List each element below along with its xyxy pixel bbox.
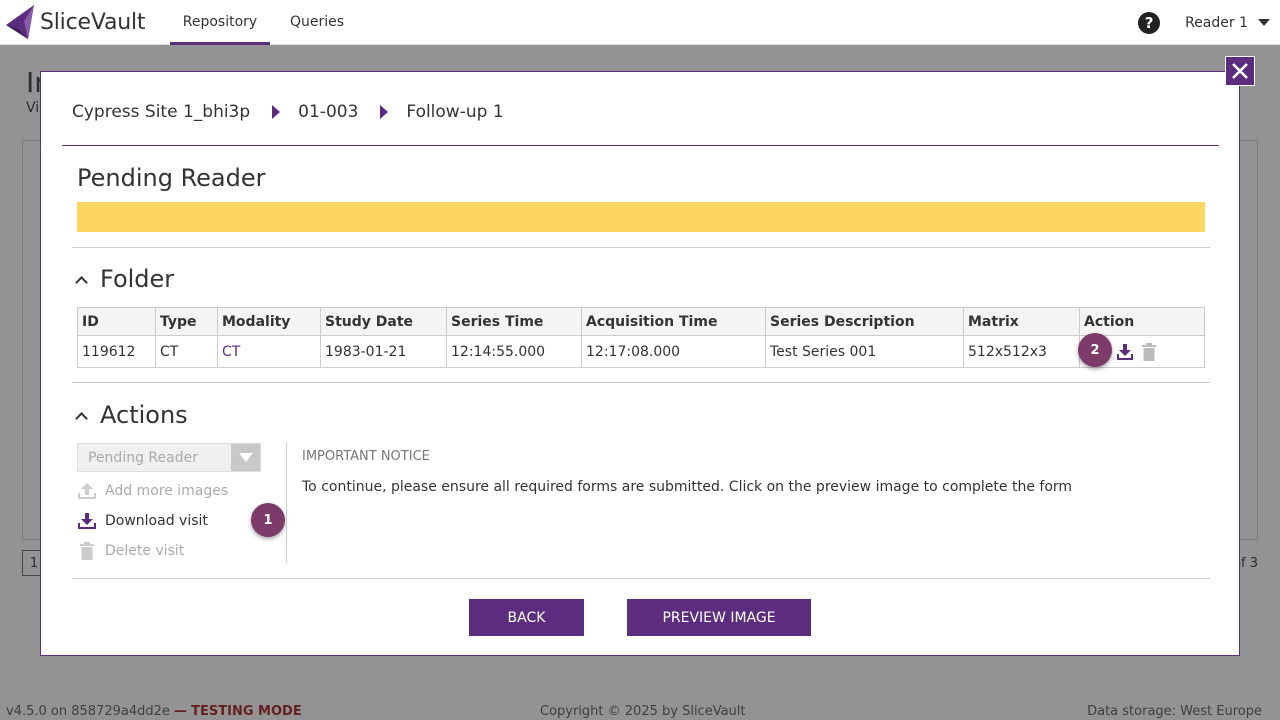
- cell-type: CT: [155, 335, 218, 368]
- breadcrumb-separator-icon: [380, 105, 389, 119]
- status-bar: [77, 202, 1205, 232]
- step-badge-2: 2: [1078, 333, 1112, 367]
- breadcrumb-site[interactable]: Cypress Site 1_bhi3p: [72, 102, 250, 122]
- breadcrumb: Cypress Site 1_bhi3p 01-003 Follow-up 1: [72, 102, 504, 122]
- download-icon[interactable]: [1116, 343, 1134, 361]
- user-menu-name[interactable]: Reader 1: [1185, 15, 1248, 31]
- folder-table: ID Type Modality Study Date Series Time …: [77, 307, 1205, 368]
- add-images-button[interactable]: Add more images: [77, 482, 228, 500]
- chevron-down-icon[interactable]: [1258, 19, 1270, 26]
- divider: [72, 578, 1210, 579]
- download-icon: [78, 513, 96, 529]
- help-icon[interactable]: ?: [1138, 11, 1161, 34]
- divider: [72, 382, 1210, 383]
- cell-modality-link[interactable]: CT: [217, 335, 321, 368]
- notice-text: To continue, please ensure all required …: [302, 479, 1073, 495]
- breadcrumb-subject[interactable]: 01-003: [298, 102, 358, 122]
- close-icon: [1232, 63, 1248, 79]
- folder-section-toggle[interactable]: Folder: [75, 265, 175, 293]
- col-series-time: Series Time: [446, 307, 582, 336]
- delete-visit-button[interactable]: Delete visit: [77, 542, 184, 560]
- trash-icon: [80, 542, 94, 560]
- cell-series-time: 12:14:55.000: [446, 335, 582, 368]
- chevron-up-icon: [75, 275, 88, 289]
- visit-modal: Cypress Site 1_bhi3p 01-003 Follow-up 1 …: [40, 71, 1240, 656]
- breadcrumb-separator-icon: [272, 105, 281, 119]
- tab-repository[interactable]: Repository: [170, 0, 270, 45]
- cell-study-date: 1983-01-21: [320, 335, 447, 368]
- back-button[interactable]: BACK: [469, 599, 584, 636]
- notice-title: IMPORTANT NOTICE: [302, 449, 430, 464]
- chevron-up-icon: [75, 411, 88, 425]
- select-arrow-icon: [231, 444, 260, 471]
- col-study-date: Study Date: [320, 307, 447, 336]
- actions-section-toggle[interactable]: Actions: [75, 401, 188, 429]
- tab-queries[interactable]: Queries: [280, 0, 354, 45]
- col-series-description: Series Description: [765, 307, 964, 336]
- top-navbar: SliceVault Repository Queries ? Reader 1: [0, 0, 1280, 45]
- col-id: ID: [77, 307, 156, 336]
- divider: [72, 247, 1210, 248]
- col-action: Action: [1079, 307, 1205, 336]
- cell-acquisition-time: 12:17:08.000: [581, 335, 766, 368]
- col-modality: Modality: [217, 307, 321, 336]
- download-visit-button[interactable]: Download visit: [77, 512, 208, 530]
- cell-matrix: 512x512x3: [963, 335, 1080, 368]
- upload-icon: [78, 483, 96, 499]
- divider: [62, 145, 1219, 146]
- app-name: SliceVault: [40, 9, 146, 35]
- breadcrumb-visit[interactable]: Follow-up 1: [406, 102, 503, 122]
- cell-series-description: Test Series 001: [765, 335, 964, 368]
- folder-heading: Folder: [100, 265, 175, 293]
- slicevault-logo-icon: [6, 5, 34, 39]
- preview-image-button[interactable]: PREVIEW IMAGE: [627, 599, 811, 636]
- col-acquisition-time: Acquisition Time: [581, 307, 766, 336]
- table-row: 119612 CT CT 1983-01-21 12:14:55.000 12:…: [77, 333, 1205, 368]
- status-title: Pending Reader: [77, 164, 266, 192]
- col-matrix: Matrix: [963, 307, 1080, 336]
- cell-id: 119612: [77, 335, 156, 368]
- step-badge-1: 1: [251, 503, 285, 537]
- close-modal-button[interactable]: [1225, 56, 1255, 86]
- app-logo[interactable]: SliceVault: [0, 0, 170, 45]
- status-select-value: Pending Reader: [88, 449, 198, 466]
- cell-action: 2: [1078, 333, 1205, 368]
- col-type: Type: [155, 307, 218, 336]
- trash-icon[interactable]: [1142, 343, 1156, 361]
- actions-heading: Actions: [100, 401, 188, 429]
- status-select[interactable]: Pending Reader: [77, 443, 261, 472]
- table-header-row: ID Type Modality Study Date Series Time …: [77, 307, 1205, 336]
- vertical-divider: [286, 443, 287, 563]
